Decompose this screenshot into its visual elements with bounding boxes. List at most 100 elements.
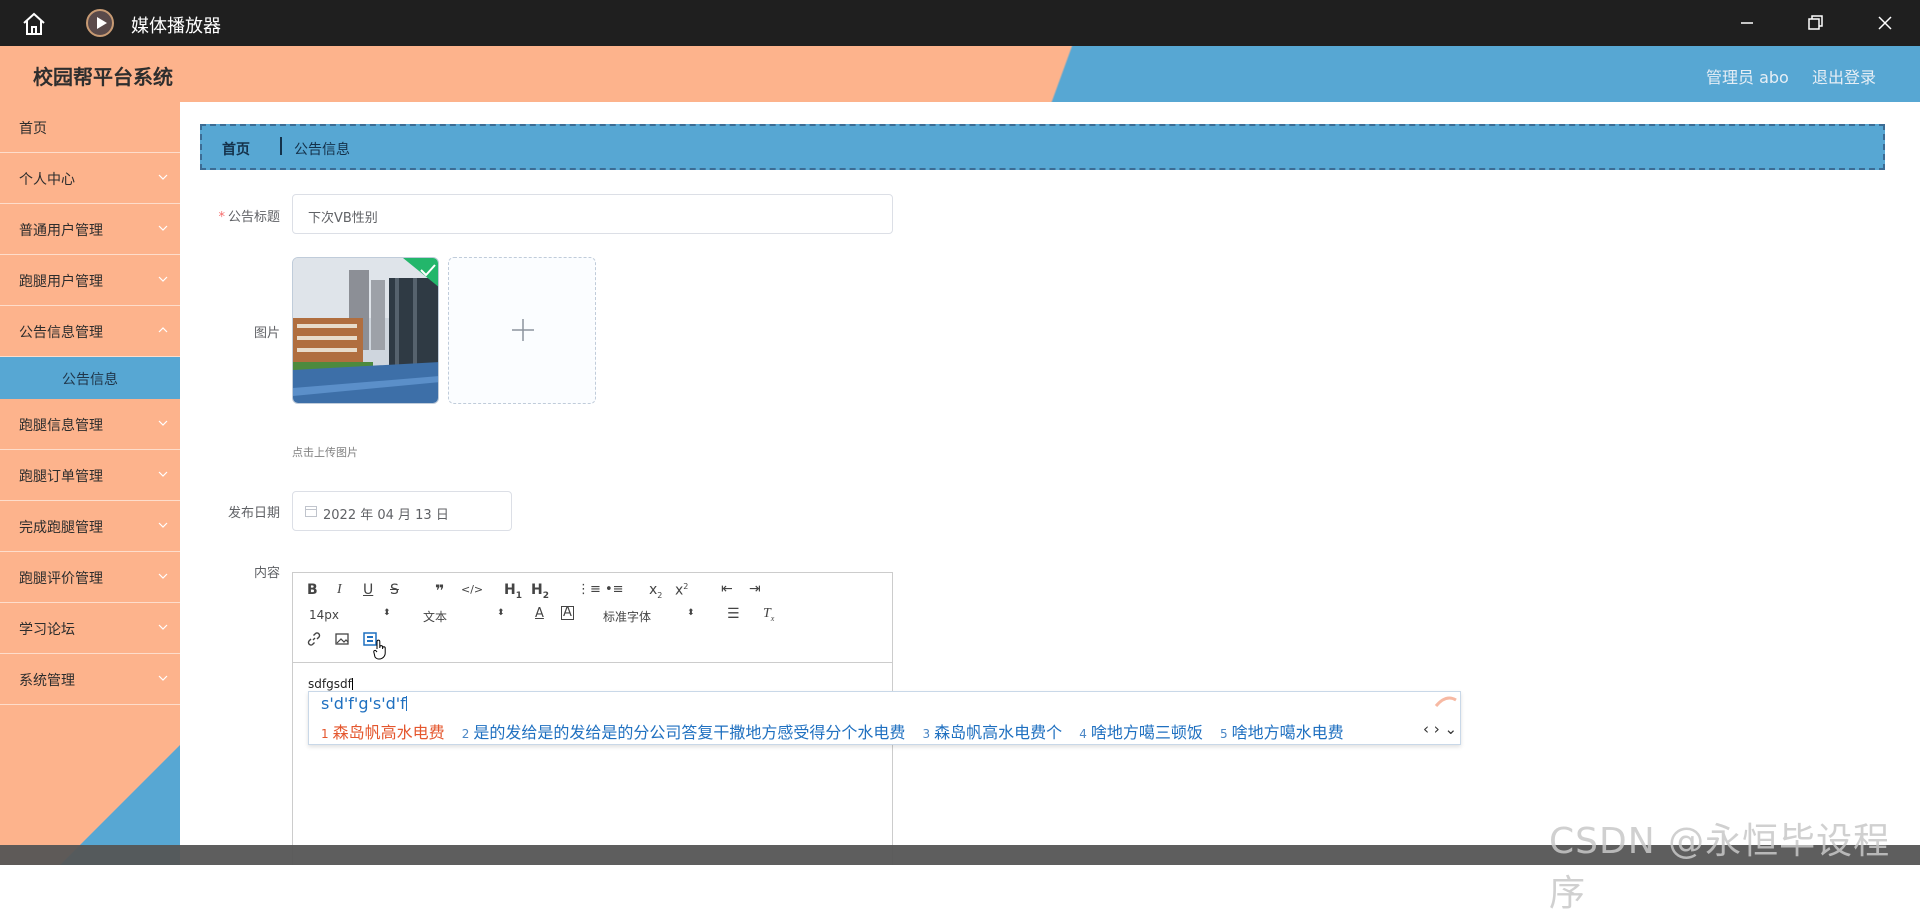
home-icon[interactable] <box>20 10 48 38</box>
hand-cursor-icon <box>373 639 386 660</box>
sidebar-item-label: 跑腿评价管理 <box>19 571 103 587</box>
subscript-icon[interactable]: x2 <box>649 582 662 600</box>
close-icon[interactable] <box>1873 11 1897 35</box>
ime-candidate[interactable]: 5 啥地方噶水电费 <box>1220 723 1344 742</box>
ime-candidate[interactable]: 1 森岛帆高水电费 <box>321 723 445 742</box>
chevron-down-icon <box>158 522 168 528</box>
font-color-icon[interactable]: A <box>535 606 544 621</box>
strikethrough-icon[interactable]: S <box>390 582 399 598</box>
restore-icon[interactable] <box>1803 11 1827 35</box>
bold-icon[interactable]: B <box>307 582 318 598</box>
content-label: 内容 <box>253 566 280 581</box>
sidebar-item-notice-management[interactable]: 公告信息管理 <box>0 306 180 357</box>
campus-photo <box>293 258 438 403</box>
publish-date-picker[interactable]: 2022 年 04 月 13 日 <box>292 491 512 531</box>
text-caret <box>351 678 353 690</box>
ime-candidate-index: 3 <box>922 727 931 741</box>
chevron-up-icon <box>158 327 168 333</box>
clear-format-icon[interactable]: Tx <box>763 606 774 623</box>
ime-candidate[interactable]: 3 森岛帆高水电费个 <box>923 723 1063 742</box>
uploaded-image-thumbnail[interactable] <box>292 257 439 404</box>
required-marker: * <box>218 210 225 225</box>
sidebar-item-errand-orders[interactable]: 跑腿订单管理 <box>0 450 180 501</box>
link-icon[interactable] <box>307 632 321 646</box>
chevron-down-icon <box>158 675 168 681</box>
notice-title-input[interactable]: 下次VB性别 <box>292 194 893 234</box>
ime-caret <box>405 696 407 711</box>
sidebar-item-errand-info[interactable]: 跑腿信息管理 <box>0 399 180 450</box>
breadcrumb-separator <box>280 137 282 155</box>
chevron-down-icon <box>158 624 168 630</box>
admin-user-label[interactable]: 管理员 abo <box>1706 64 1789 88</box>
select-arrows-icon: ⬍ <box>497 608 505 618</box>
editor-content-text: sdfgsdf <box>308 677 352 691</box>
minimize-icon[interactable] <box>1735 11 1759 35</box>
align-left-icon[interactable]: ☰ <box>727 606 740 622</box>
plus-icon <box>512 319 534 341</box>
font-family-value: 标准字体 <box>603 610 652 624</box>
chevron-down-icon <box>158 276 168 282</box>
italic-icon[interactable]: I <box>337 582 342 598</box>
sidebar-item-label: 跑腿用户管理 <box>19 274 103 290</box>
ordered-list-icon[interactable]: ⋮≡ <box>577 582 601 597</box>
block-type-select[interactable]: 文本 ⬍ <box>423 608 509 624</box>
ime-candidate-index: 5 <box>1220 727 1228 741</box>
ime-candidate-text: 森岛帆高水电费个 <box>934 723 1063 742</box>
sidebar-subitem-label: 公告信息 <box>62 372 118 388</box>
ime-candidate[interactable]: 4 啥地方噶三顿饭 <box>1079 723 1203 742</box>
underline-icon[interactable]: U <box>363 582 373 598</box>
image-label: 图片 <box>253 326 280 341</box>
publish-date-value: 2022 年 04 月 13 日 <box>323 508 449 523</box>
heading-1-icon[interactable]: H1 <box>504 582 522 601</box>
breadcrumb: 首页 公告信息 <box>200 124 1885 170</box>
ime-candidate-window: s'd'f'g's'd'f 1 森岛帆高水电费 2 是的发给是的发给是的分公司答复干… <box>308 691 1461 745</box>
sidebar-subitem-notice-info[interactable]: 公告信息 <box>0 357 180 399</box>
brand-title: 校园帮平台系统 <box>33 65 173 89</box>
chevron-down-icon <box>158 471 168 477</box>
app-header: 校园帮平台系统 管理员 abo 退出登录 <box>0 46 1920 102</box>
sidebar-item-runner-users[interactable]: 跑腿用户管理 <box>0 255 180 306</box>
ime-candidate-index: 1 <box>321 727 329 741</box>
heading-2-icon[interactable]: H2 <box>531 582 549 601</box>
sidebar-item-personal-center[interactable]: 个人中心 <box>0 153 180 204</box>
image-icon[interactable] <box>335 632 349 646</box>
sidebar-item-system-management[interactable]: 系统管理 <box>0 654 180 705</box>
main-content: 首页 公告信息 * 公告标题 下次VB性别 图片 点击上传图片 发布日期 202… <box>180 102 1920 865</box>
ime-candidate-text: 是的发给是的发给是的分公司答复干撒地方感受得分个水电费 <box>473 723 906 742</box>
sidebar-item-completed-errands[interactable]: 完成跑腿管理 <box>0 501 180 552</box>
sidebar-item-home[interactable]: 首页 <box>0 102 180 153</box>
image-upload-button[interactable] <box>448 257 596 404</box>
ime-candidate-text: 啥地方噶水电费 <box>1231 723 1344 742</box>
bullet-list-icon[interactable]: •≡ <box>605 582 624 597</box>
font-size-select[interactable]: 14px ⬍ <box>309 608 395 624</box>
background-color-icon[interactable]: A <box>561 606 574 620</box>
editor-toolbar: B I U S ❞ </> H1 H2 ⋮≡ •≡ x2 x2 ⇤ ⇥ 14px… <box>293 573 892 663</box>
sidebar-item-label: 系统管理 <box>19 673 75 689</box>
sidebar-item-label: 学习论坛 <box>19 622 75 638</box>
ime-page-nav[interactable]: ‹ › ⌄ <box>1423 720 1457 738</box>
chevron-down-icon <box>158 420 168 426</box>
superscript-icon[interactable]: x2 <box>675 582 688 599</box>
blockquote-icon[interactable]: ❞ <box>435 581 444 600</box>
ime-skin-decoration <box>1434 696 1457 707</box>
font-family-select[interactable]: 标准字体 ⬍ <box>603 608 699 624</box>
editor-content[interactable]: sdfgsdf <box>308 677 353 691</box>
indent-icon[interactable]: ⇥ <box>749 581 761 597</box>
sidebar-item-errand-reviews[interactable]: 跑腿评价管理 <box>0 552 180 603</box>
logout-link[interactable]: 退出登录 <box>1812 64 1876 88</box>
ime-candidate-list: 1 森岛帆高水电费 2 是的发给是的发给是的分公司答复干撒地方感受得分个水电费 3森… <box>321 719 1356 743</box>
breadcrumb-home[interactable]: 首页 <box>222 139 250 159</box>
font-size-value: 14px <box>309 608 339 622</box>
sidebar-item-label: 跑腿信息管理 <box>19 418 103 434</box>
outdent-icon[interactable]: ⇤ <box>721 581 733 597</box>
ime-candidate[interactable]: 2 是的发给是的发给是的分公司答复干撒地方感受得分个水电费 <box>462 723 906 742</box>
block-type-value: 文本 <box>423 610 448 624</box>
sidebar-item-normal-users[interactable]: 普通用户管理 <box>0 204 180 255</box>
play-circle-icon <box>86 9 114 37</box>
sidebar-item-label: 跑腿订单管理 <box>19 469 103 485</box>
sidebar: 首页 个人中心 普通用户管理 跑腿用户管理 公告信息管理 公告信息 跑腿信息管理… <box>0 102 180 865</box>
sidebar-item-label: 普通用户管理 <box>19 223 103 239</box>
code-block-icon[interactable]: </> <box>461 583 483 596</box>
sidebar-item-study-forum[interactable]: 学习论坛 <box>0 603 180 654</box>
media-player-titlebar: 媒体播放器 <box>0 0 1920 46</box>
